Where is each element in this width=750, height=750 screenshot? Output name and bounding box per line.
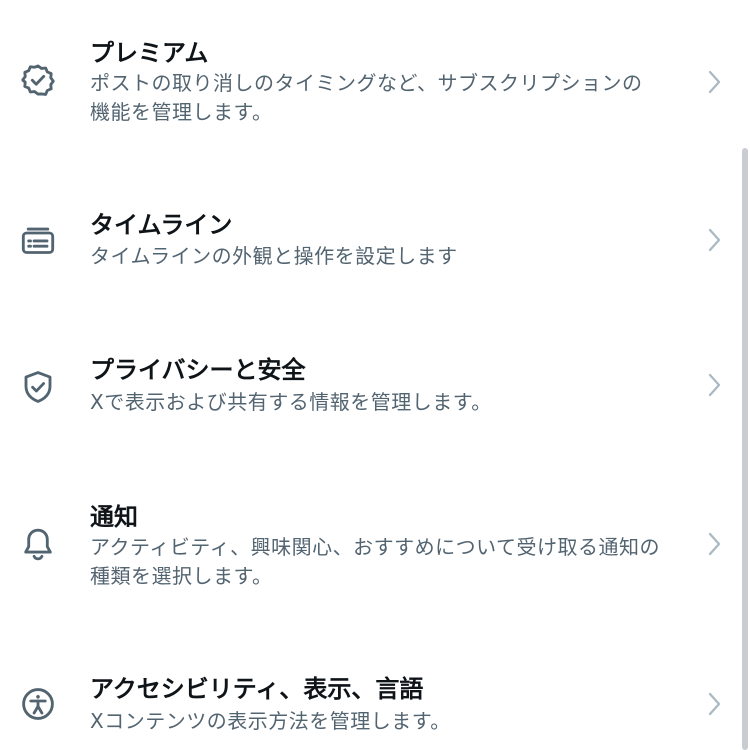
settings-item-description: タイムラインの外観と操作を設定します bbox=[90, 244, 458, 268]
settings-item-premium[interactable]: プレミアム ポストの取り消しのタイミングなど、サブスクリプションの機能を管理しま… bbox=[0, 38, 736, 138]
settings-item-description: Xで表示および共有する情報を管理します。 bbox=[90, 390, 492, 414]
scrollbar[interactable] bbox=[742, 148, 748, 750]
chevron-right-icon bbox=[704, 690, 724, 718]
accessibility-icon bbox=[20, 686, 56, 722]
settings-item-title: 通知 bbox=[90, 503, 138, 531]
chevron-right-icon bbox=[704, 371, 724, 399]
settings-item-description: アクティビティ、興味関心、おすすめについて受け取る通知の種類を選択します。 bbox=[90, 535, 660, 588]
chevron-right-icon bbox=[704, 530, 724, 558]
settings-item-title: プライバシーと安全 bbox=[90, 356, 306, 384]
settings-item-notifications[interactable]: 通知 アクティビティ、興味関心、おすすめについて受け取る通知の種類を選択します。 bbox=[0, 502, 736, 597]
settings-item-accessibility[interactable]: アクセシビリティ、表示、言語 Xコンテンツの表示方法を管理します。 bbox=[0, 674, 736, 744]
settings-item-privacy[interactable]: プライバシーと安全 Xで表示および共有する情報を管理します。 bbox=[0, 355, 736, 425]
settings-item-title: タイムライン bbox=[90, 211, 233, 239]
settings-item-title: アクセシビリティ、表示、言語 bbox=[90, 675, 424, 703]
shield-check-icon bbox=[20, 369, 56, 405]
chevron-right-icon bbox=[704, 226, 724, 254]
settings-item-description: Xコンテンツの表示方法を管理します。 bbox=[90, 709, 451, 733]
bell-icon bbox=[20, 526, 56, 562]
chevron-right-icon bbox=[704, 68, 724, 96]
settings-item-description: ポストの取り消しのタイミングなど、サブスクリプションの機能を管理します。 bbox=[90, 71, 643, 124]
timeline-card-icon bbox=[20, 224, 56, 260]
verified-badge-icon bbox=[20, 62, 56, 98]
settings-item-title: プレミアム bbox=[90, 39, 209, 67]
settings-item-timeline[interactable]: タイムライン タイムラインの外観と操作を設定します bbox=[0, 210, 736, 280]
settings-screen: プレミアム ポストの取り消しのタイミングなど、サブスクリプションの機能を管理しま… bbox=[0, 0, 750, 750]
